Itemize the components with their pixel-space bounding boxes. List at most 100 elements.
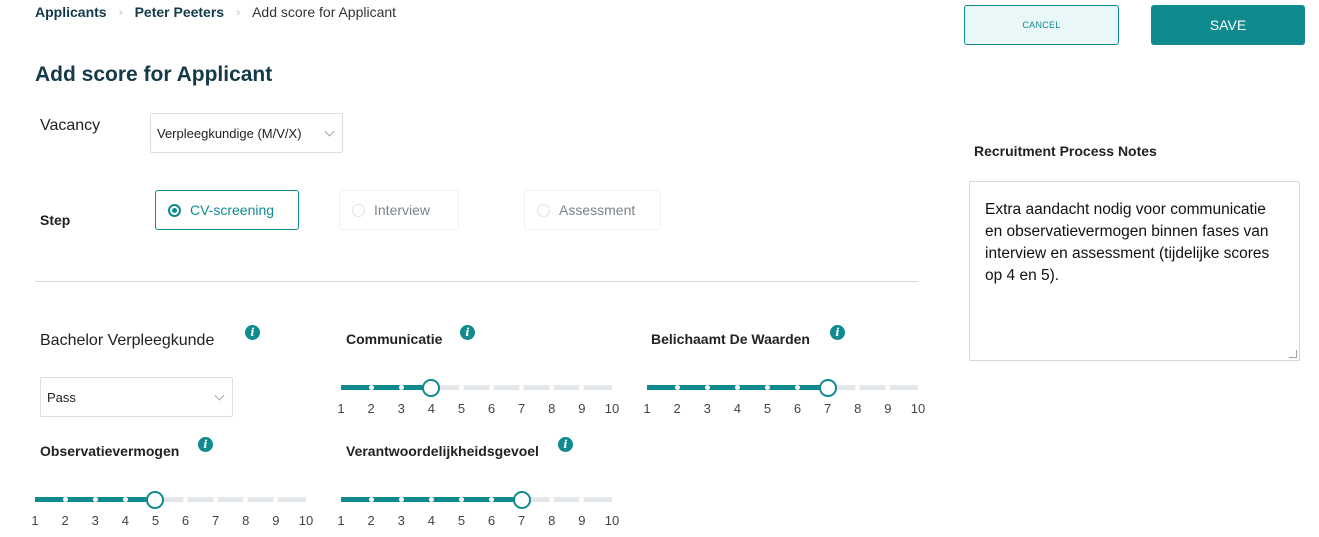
chevron-down-icon — [214, 390, 225, 401]
slider-tick-label: 2 — [673, 401, 681, 416]
slider-tick-label: 9 — [884, 401, 892, 416]
slider-step-dot — [704, 385, 710, 390]
bachelor-select[interactable]: Pass — [40, 377, 233, 417]
slider-tick-label: 5 — [457, 401, 466, 416]
slider-tick-label: 9 — [272, 513, 280, 528]
radio-empty-icon — [352, 203, 365, 217]
slider-tick-label: 8 — [242, 513, 250, 528]
step-option-interview[interactable]: Interview — [339, 190, 459, 230]
slider-step-dot — [734, 385, 740, 390]
info-icon[interactable]: i — [830, 325, 845, 340]
slider-thumb[interactable] — [146, 491, 165, 509]
slider-tick-label: 5 — [763, 401, 772, 416]
notes-textarea[interactable]: Extra aandacht nodig voor communicatie e… — [969, 181, 1300, 361]
radio-empty-icon — [537, 203, 550, 217]
criterion-label: Bachelor Verpleegkunde — [40, 332, 215, 349]
criterion-label: Communicatie — [346, 331, 443, 347]
slider-tick-label: 6 — [181, 513, 190, 528]
slider-tick-label: 8 — [548, 513, 556, 528]
vacancy-label: Vacancy — [40, 117, 101, 134]
slider-thumb[interactable] — [422, 379, 441, 397]
slider-tick-label: 4 — [427, 513, 435, 528]
slider-tick-label: 3 — [703, 401, 711, 416]
slider-tick-label: 1 — [643, 401, 651, 416]
chevron-down-icon — [324, 126, 335, 137]
slider-tick-label: 7 — [518, 513, 526, 528]
slider-step-dot — [368, 497, 374, 502]
criterion-label: Observatievermogen — [40, 443, 180, 459]
slider-tick-label: 1 — [31, 513, 39, 528]
step-label: Step — [40, 212, 71, 228]
bachelor-select-value: Pass — [47, 389, 76, 405]
cancel-button[interactable]: CANCEL — [964, 5, 1119, 45]
slider-step-dot — [122, 497, 128, 502]
slider-step-dot — [398, 497, 404, 502]
slider-tick-label: 3 — [91, 513, 99, 528]
verantwoordelijkheidsgevoel-slider[interactable]: 1 2 3 4 5 6 7 8 9 10 — [337, 491, 619, 531]
info-icon[interactable]: i — [460, 325, 475, 340]
slider-step-dot — [62, 497, 68, 502]
slider-step-dot — [398, 385, 404, 390]
step-option-label: Assessment — [559, 202, 636, 218]
slider-tick-label: 10 — [910, 401, 926, 416]
vacancy-select[interactable]: Verpleegkundige (M/V/X) — [150, 113, 343, 153]
slider-tick-label: 8 — [854, 401, 862, 416]
slider-tick-label: 8 — [548, 401, 556, 416]
slider-tick-label: 4 — [733, 401, 741, 416]
step-option-label: CV-screening — [190, 202, 275, 218]
info-icon[interactable]: i — [558, 437, 573, 452]
slider-tick-label: 5 — [151, 513, 160, 528]
step-option-label: Interview — [374, 202, 431, 218]
slider-tick-label: 7 — [518, 401, 526, 416]
section-divider — [35, 281, 918, 282]
communicatie-slider[interactable]: 1 2 3 4 5 6 7 8 9 10 — [337, 379, 619, 419]
slider-tick-label: 1 — [337, 513, 345, 528]
radio-selected-icon — [168, 203, 181, 217]
slider-tick-label: 2 — [61, 513, 69, 528]
info-icon[interactable]: i — [198, 437, 213, 452]
notes-label: Recruitment Process Notes — [974, 143, 1157, 159]
resize-handle-icon[interactable] — [1289, 350, 1297, 358]
chevron-right-icon: › — [118, 5, 123, 19]
step-option-assessment[interactable]: Assessment — [524, 190, 661, 230]
notes-text: Extra aandacht nodig voor communicatie e… — [985, 201, 1270, 284]
slider-tick-label: 3 — [397, 513, 405, 528]
save-button[interactable]: SAVE — [1151, 5, 1305, 45]
slider-step-dot — [368, 385, 374, 390]
criterion-label: Belichaamt De Waarden — [651, 331, 810, 347]
slider-tick-label: 10 — [604, 513, 620, 528]
slider-step-dot — [458, 497, 464, 502]
slider-tick-label: 2 — [367, 401, 375, 416]
slider-step-dot — [428, 497, 434, 502]
slider-tick-label: 4 — [427, 401, 435, 416]
page-title: Add score for Applicant — [35, 63, 273, 86]
slider-tick-label: 10 — [298, 513, 314, 528]
belichaamt-de-waarden-slider[interactable]: 1 2 3 4 5 6 7 8 9 10 — [643, 379, 925, 419]
slider-step-dot — [92, 497, 98, 502]
slider-tick-label: 5 — [457, 513, 466, 528]
slider-tick-label: 1 — [337, 401, 345, 416]
slider-thumb[interactable] — [818, 379, 837, 397]
slider-step-dot — [674, 385, 680, 390]
slider-tick-label: 6 — [487, 401, 496, 416]
criterion-label: Verantwoordelijkheidsgevoel — [346, 443, 539, 459]
slider-fill — [341, 385, 432, 390]
info-icon[interactable]: i — [245, 325, 260, 340]
slider-tick-label: 7 — [212, 513, 220, 528]
breadcrumb: Applicants › Peter Peeters › Add score f… — [35, 4, 396, 20]
chevron-right-icon: › — [236, 5, 241, 19]
slider-step-dot — [764, 385, 770, 390]
breadcrumb-applicants-link[interactable]: Applicants — [35, 4, 107, 20]
slider-tick-label: 3 — [397, 401, 405, 416]
step-option-cv-screening[interactable]: CV-screening — [155, 190, 299, 230]
slider-thumb[interactable] — [512, 491, 531, 509]
slider-tick-label: 6 — [793, 401, 802, 416]
slider-tick-label: 2 — [367, 513, 375, 528]
breadcrumb-applicant-link[interactable]: Peter Peeters — [135, 4, 225, 20]
slider-step-dot — [458, 385, 464, 390]
vacancy-select-value: Verpleegkundige (M/V/X) — [157, 125, 302, 141]
slider-tick-label: 9 — [578, 513, 586, 528]
slider-tick-label: 7 — [824, 401, 832, 416]
observatievermogen-slider[interactable]: 1 2 3 4 5 6 7 8 9 10 — [31, 491, 313, 531]
breadcrumb-current: Add score for Applicant — [252, 4, 397, 20]
